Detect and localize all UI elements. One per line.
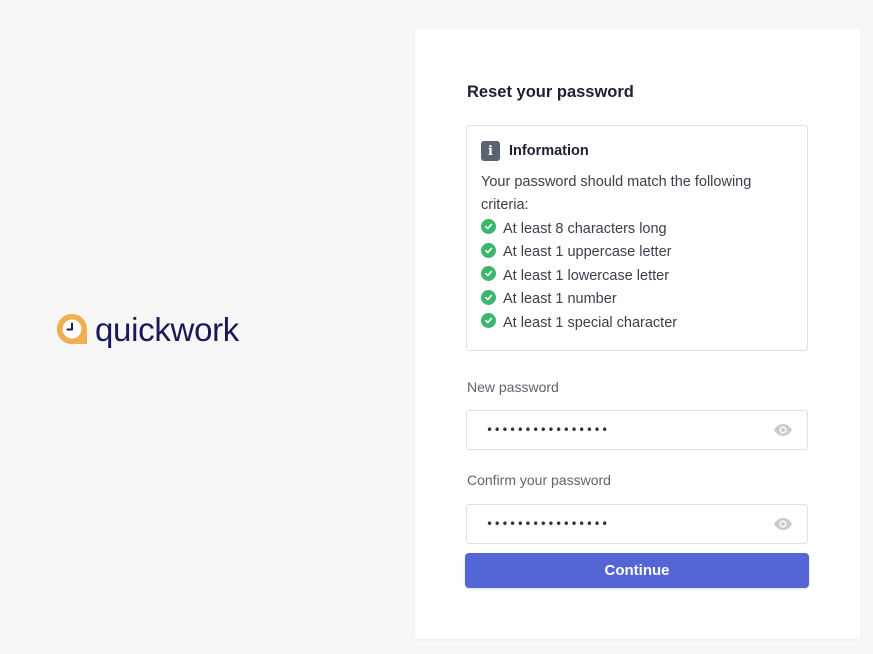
check-circle-icon (481, 266, 496, 282)
info-title: Information (509, 143, 589, 159)
info-icon: i (481, 141, 500, 161)
check-circle-icon (481, 219, 496, 235)
criteria-label: At least 8 characters long (503, 220, 667, 237)
brand: quickwork (55, 312, 239, 346)
new-password-label: New password (467, 379, 559, 395)
check-circle-icon (481, 242, 496, 258)
confirm-password-label: Confirm your password (467, 472, 611, 488)
continue-button[interactable]: Continue (465, 553, 809, 588)
criteria-label: At least 1 uppercase letter (503, 244, 672, 261)
eye-icon[interactable] (773, 423, 793, 437)
eye-icon[interactable] (773, 517, 793, 531)
new-password-field-wrapper (466, 410, 808, 450)
list-item: At least 1 uppercase letter (481, 241, 793, 265)
criteria-label: At least 1 number (503, 291, 617, 308)
reset-password-card: Reset your password i Information Your p… (415, 29, 860, 639)
brand-name: quickwork (95, 310, 240, 348)
criteria-list: At least 8 characters long At least 1 up… (481, 217, 793, 335)
confirm-password-field-wrapper (466, 504, 808, 544)
info-header: i Information (481, 141, 793, 161)
clock-bubble-icon (57, 314, 87, 344)
info-description: Your password should match the following… (481, 174, 752, 213)
login-page: quickwork Reset your password i Informat… (0, 0, 873, 654)
confirm-password-input[interactable] (486, 505, 773, 543)
check-circle-icon (481, 313, 496, 329)
criteria-label: At least 1 special character (503, 314, 678, 331)
page-title: Reset your password (467, 83, 634, 101)
check-circle-icon (481, 289, 496, 305)
criteria-label: At least 1 lowercase letter (503, 267, 670, 284)
list-item: At least 1 lowercase letter (481, 264, 793, 288)
list-item: At least 8 characters long (481, 217, 793, 241)
list-item: At least 1 special character (481, 311, 793, 335)
info-panel: i Information Your password should match… (466, 125, 808, 351)
new-password-input[interactable] (486, 411, 773, 449)
list-item: At least 1 number (481, 288, 793, 312)
